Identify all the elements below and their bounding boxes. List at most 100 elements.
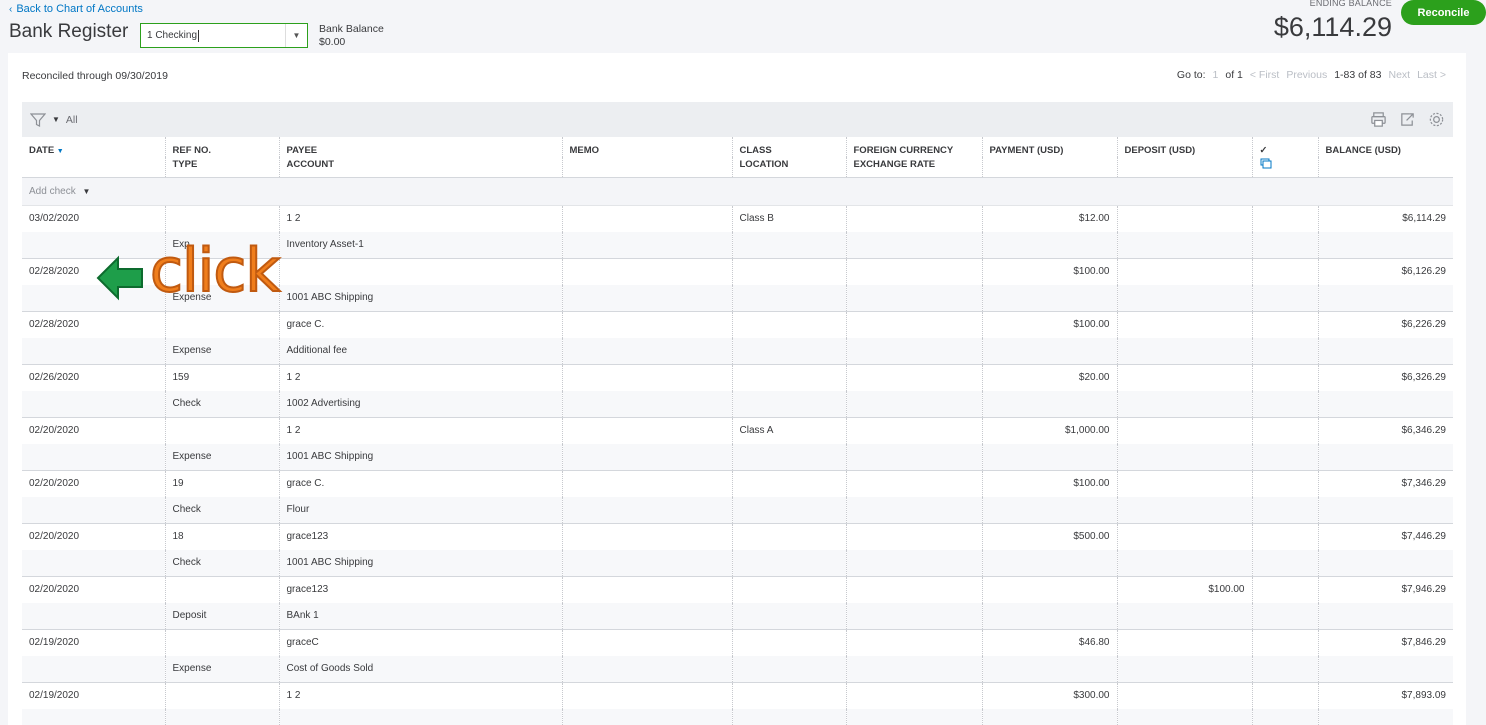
column-reconcile-status[interactable]: ✓ [1251, 137, 1318, 157]
last-page-link[interactable]: Last > [1417, 69, 1446, 81]
column-memo[interactable]: MEMO [561, 137, 732, 157]
attachment-cell [1251, 231, 1318, 258]
table-row[interactable]: 02/20/2020 18 grace123 $500.00 $7,446.29 [22, 522, 1453, 550]
column-payment[interactable]: PAYMENT (USD) [981, 137, 1117, 157]
class-cell [731, 522, 846, 550]
column-location[interactable]: LOCATION [731, 157, 846, 178]
table-row-detail[interactable]: Expense Cost of Goods Sold [22, 655, 1453, 682]
filter-icon[interactable] [30, 112, 46, 128]
reconcile-button[interactable]: Reconcile [1401, 0, 1486, 25]
column-balance[interactable]: BALANCE (USD) [1317, 137, 1453, 157]
print-icon[interactable] [1370, 111, 1387, 128]
page-input[interactable]: 1 [1213, 69, 1219, 81]
table-row-detail[interactable]: Deposit BAnk 1 [22, 602, 1453, 629]
balance-sub-cell [1317, 284, 1453, 311]
next-page-link[interactable]: Next [1389, 69, 1411, 81]
ref-cell [164, 628, 279, 656]
column-deposit[interactable]: DEPOSIT (USD) [1116, 137, 1252, 157]
payee-cell: grace C. [278, 310, 562, 338]
ref-cell: 19 [164, 469, 279, 497]
attachment-cell [1251, 655, 1318, 682]
of-pages: of 1 [1225, 69, 1243, 81]
column-account[interactable]: ACCOUNT [278, 157, 562, 178]
previous-page-link[interactable]: Previous [1286, 69, 1327, 81]
payment-cell: $100.00 [981, 257, 1117, 285]
page-title: Bank Register [9, 21, 129, 42]
location-cell [731, 337, 846, 364]
reconcile-status-cell [1251, 575, 1318, 603]
date-sub-cell [22, 708, 165, 725]
payment-cell: $100.00 [981, 310, 1117, 338]
location-cell [731, 443, 846, 470]
memo-cell [561, 469, 732, 497]
column-class[interactable]: CLASS [731, 137, 846, 157]
column-ref-no[interactable]: REF NO. [164, 137, 279, 157]
foreign-currency-cell [845, 257, 982, 285]
chevron-down-icon[interactable]: ▼ [285, 24, 307, 47]
gear-icon[interactable] [1428, 111, 1445, 128]
click-annotation: click [149, 235, 281, 307]
account-cell: Flour [278, 496, 562, 523]
payment-sub-cell [981, 708, 1117, 725]
table-row-detail[interactable]: Check 1002 Advertising [22, 390, 1453, 417]
account-select[interactable]: 1 Checking ▼ [140, 23, 308, 48]
payment-sub-cell [981, 390, 1117, 417]
exchange-rate-cell [845, 284, 982, 311]
attachment-cell [1251, 337, 1318, 364]
table-row[interactable]: 02/28/2020 grace C. $100.00 $6,226.29 [22, 310, 1453, 338]
balance-cell: $6,226.29 [1317, 310, 1453, 338]
memo-sub-cell [561, 284, 732, 311]
payment-sub-cell [981, 231, 1117, 258]
column-payee[interactable]: PAYEE [278, 137, 562, 157]
table-row[interactable]: 03/02/2020 1 2 Class B $12.00 $6,114.29 [22, 204, 1453, 232]
ending-balance-label: ENDING BALANCE [1309, 0, 1392, 8]
back-link-label: Back to Chart of Accounts [16, 3, 143, 15]
first-page-link[interactable]: < First [1250, 69, 1279, 81]
table-row-detail[interactable]: Check 1001 ABC Shipping [22, 549, 1453, 576]
table-row-detail[interactable]: Expense 1001 ABC Shipping [22, 443, 1453, 470]
deposit-cell [1116, 522, 1252, 550]
column-date[interactable]: DATE ▼ [22, 137, 165, 157]
ref-cell [164, 681, 279, 709]
filter-value[interactable]: All [66, 114, 78, 126]
memo-cell [561, 363, 732, 391]
deposit-sub-cell [1116, 284, 1252, 311]
table-row[interactable]: 02/20/2020 19 grace C. $100.00 $7,346.29 [22, 469, 1453, 497]
location-cell [731, 655, 846, 682]
date-sub-cell [22, 549, 165, 576]
class-cell [731, 681, 846, 709]
balance-sub-cell [1317, 337, 1453, 364]
type-cell: Check [164, 496, 279, 523]
reconcile-status-cell [1251, 628, 1318, 656]
table-row[interactable]: 02/26/2020 159 1 2 $20.00 $6,326.29 [22, 363, 1453, 391]
type-cell: Expense [164, 337, 279, 364]
ref-cell [164, 204, 279, 232]
balance-sub-cell [1317, 549, 1453, 576]
chevron-down-icon[interactable]: ▼ [82, 187, 90, 196]
reconcile-status-cell [1251, 257, 1318, 285]
memo-cell [561, 575, 732, 603]
add-check-row[interactable]: Add check ▼ [22, 177, 1453, 206]
deposit-cell [1116, 204, 1252, 232]
payment-cell: $300.00 [981, 681, 1117, 709]
column-foreign-currency[interactable]: FOREIGN CURRENCY [845, 137, 982, 157]
table-row[interactable]: 02/20/2020 grace123 $100.00 $7,946.29 [22, 575, 1453, 603]
ref-cell [164, 575, 279, 603]
table-row[interactable]: 02/19/2020 graceC $46.80 $7,846.29 [22, 628, 1453, 656]
export-icon[interactable] [1399, 111, 1416, 128]
column-exchange-rate[interactable]: EXCHANGE RATE [845, 157, 982, 178]
payment-sub-cell [981, 496, 1117, 523]
back-to-chart-of-accounts-link[interactable]: ‹ Back to Chart of Accounts [9, 3, 143, 15]
date-sub-cell [22, 496, 165, 523]
column-type[interactable]: TYPE [164, 157, 279, 178]
table-row[interactable]: 02/20/2020 1 2 Class A $1,000.00 $6,346.29 [22, 416, 1453, 444]
table-row[interactable]: 02/19/2020 1 2 $300.00 $7,893.09 [22, 681, 1453, 709]
exchange-rate-cell [845, 337, 982, 364]
reconcile-status-cell [1251, 416, 1318, 444]
class-cell [731, 628, 846, 656]
table-row-detail[interactable]: Expense Additional fee [22, 337, 1453, 364]
table-row-detail[interactable] [22, 708, 1453, 725]
table-row-detail[interactable]: Check Flour [22, 496, 1453, 523]
filter-caret-icon[interactable]: ▼ [52, 115, 60, 124]
deposit-sub-cell [1116, 231, 1252, 258]
